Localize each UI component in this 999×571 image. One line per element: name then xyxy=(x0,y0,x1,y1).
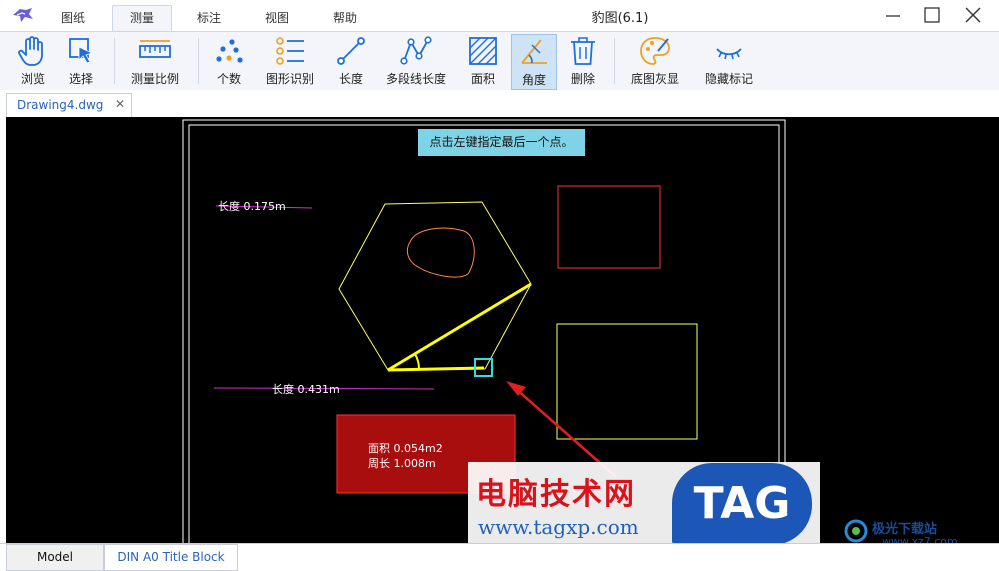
angle-icon xyxy=(521,39,547,64)
base-gray-label: 底图灰显 xyxy=(630,72,679,86)
trash-icon xyxy=(571,37,595,65)
toolbar-separator xyxy=(614,38,615,84)
palette-icon xyxy=(640,37,670,65)
measure-scale-label: 测量比例 xyxy=(130,72,179,86)
watermark-site-name: 电脑技术网 xyxy=(476,477,636,512)
red-rectangle xyxy=(557,185,661,269)
list-recognize-icon xyxy=(276,37,304,65)
select-label: 选择 xyxy=(68,72,93,86)
count-button[interactable]: 个数 xyxy=(208,34,250,88)
irregular-shape xyxy=(406,227,475,278)
count-label: 个数 xyxy=(216,72,241,86)
yellow-rectangle xyxy=(556,323,698,440)
polyline-icon xyxy=(400,36,432,65)
window-title: 豹图(6.1) xyxy=(591,11,649,26)
area-label: 面积 xyxy=(470,72,495,86)
close-window-icon[interactable] xyxy=(958,4,988,26)
delete-button[interactable]: 删除 xyxy=(562,34,604,88)
drawing-canvas[interactable]: 长度 0.175m 长度 0.431m 面积 0.054m2 周长 1.008m… xyxy=(6,117,999,543)
ribbon-toolbar: 浏览 选择 测量比例 个数 图形识别 长度 多段线长度 面积 角度 删除 底图灰… xyxy=(0,31,999,91)
angle-button[interactable]: 角度 xyxy=(511,34,557,90)
aurora-logo-icon xyxy=(844,519,868,543)
angle-ray-2 xyxy=(387,366,485,372)
area-hatch-icon xyxy=(469,37,497,65)
base-gray-button[interactable]: 底图灰显 xyxy=(626,34,684,88)
minimize-icon[interactable] xyxy=(878,4,908,26)
angle-label: 角度 xyxy=(521,73,546,87)
tab-drawing[interactable]: 图纸 xyxy=(52,6,94,31)
maximize-icon[interactable] xyxy=(917,4,947,26)
watermark-brand2-url: www.xz7.com xyxy=(882,535,958,543)
app-logo-icon xyxy=(13,8,33,22)
tab-annotate[interactable]: 标注 xyxy=(188,6,230,31)
hand-icon xyxy=(18,36,43,66)
length-label: 长度 xyxy=(338,72,363,86)
document-tab[interactable]: Drawing4.dwg ✕ xyxy=(6,93,132,117)
polyline-length-button[interactable]: 多段线长度 xyxy=(382,34,450,88)
shape-recognize-button[interactable]: 图形识别 xyxy=(262,34,318,88)
line-length-icon xyxy=(337,37,365,65)
tab-din-a0-title-block[interactable]: DIN A0 Title Block xyxy=(104,544,238,571)
hide-marks-button[interactable]: 隐藏标记 xyxy=(700,34,758,88)
document-tab-bar: Drawing4.dwg ✕ xyxy=(0,90,999,117)
toolbar-separator xyxy=(114,38,115,84)
document-tab-name: Drawing4.dwg xyxy=(17,98,104,112)
tab-view[interactable]: 视图 xyxy=(256,6,298,31)
length-button[interactable]: 长度 xyxy=(330,34,372,88)
close-tab-icon[interactable]: ✕ xyxy=(115,97,125,111)
ruler-icon xyxy=(139,40,171,58)
tab-model[interactable]: Model xyxy=(6,544,104,571)
angle-arc xyxy=(414,353,421,370)
dots-count-icon xyxy=(216,39,243,63)
hide-marks-label: 隐藏标记 xyxy=(704,72,753,86)
tab-measure[interactable]: 测量 xyxy=(112,5,172,33)
tag-logo-icon: TAG xyxy=(672,463,812,543)
perimeter-value-label: 周长 1.008m xyxy=(368,457,436,470)
browse-label: 浏览 xyxy=(20,72,45,86)
layout-tab-bar: Model DIN A0 Title Block xyxy=(0,543,999,571)
length-label-2: 长度 0.431m xyxy=(272,382,340,396)
title-bar: 图纸 测量 标注 视图 帮助 豹图(6.1) xyxy=(0,0,999,33)
area-button[interactable]: 面积 xyxy=(462,34,504,88)
delete-label: 删除 xyxy=(570,72,595,86)
hexagon-shape xyxy=(338,201,532,371)
eye-closed-icon xyxy=(716,48,742,60)
tab-help[interactable]: 帮助 xyxy=(324,6,366,31)
length-label-1: 长度 0.175m xyxy=(218,199,286,213)
browse-button[interactable]: 浏览 xyxy=(12,34,54,88)
cursor-select-icon xyxy=(69,38,94,64)
toolbar-separator xyxy=(198,38,199,84)
area-value-label: 面积 0.054m2 xyxy=(368,442,443,455)
select-button[interactable]: 选择 xyxy=(60,34,102,88)
shape-recognize-label: 图形识别 xyxy=(265,72,314,86)
measure-scale-button[interactable]: 测量比例 xyxy=(124,34,186,88)
command-hint: 点击左键指定最后一个点。 xyxy=(418,129,585,156)
polyline-length-label: 多段线长度 xyxy=(385,72,446,86)
angle-ray-1 xyxy=(387,282,532,372)
watermark-site-url: www.tagxp.com xyxy=(478,515,639,539)
